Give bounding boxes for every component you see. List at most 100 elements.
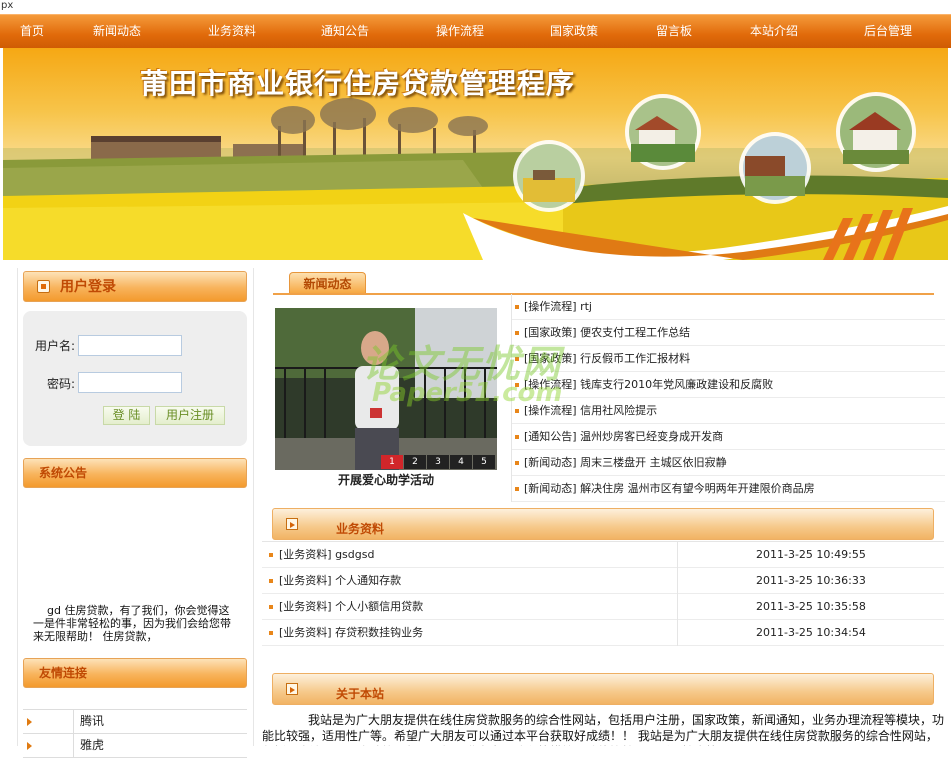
username-label: 用户名: [35, 339, 76, 353]
bullet-icon [515, 461, 519, 465]
slideshow-photo [275, 308, 497, 470]
bullet-icon [515, 487, 519, 491]
business-list: [业务资料] gsdgsd 2011-3-25 10:49:55 [业务资料] … [262, 541, 944, 646]
divider [677, 620, 678, 646]
bullet-icon [515, 409, 519, 413]
username-field[interactable] [78, 335, 182, 356]
business-date: 2011-3-25 10:36:33 [756, 574, 866, 587]
left-column-border [17, 268, 18, 746]
login-button[interactable]: 登 陆 [103, 406, 150, 425]
news-link[interactable]: [新闻动态] 解决住房 温州市区有望今明两年开建限价商品房 [524, 476, 815, 501]
business-link[interactable]: [业务资料] 个人小额信用贷款 [279, 594, 423, 620]
bullet-icon [515, 305, 519, 309]
business-date: 2011-3-25 10:34:54 [756, 626, 866, 639]
links-heading-bar: 友情连接 [23, 658, 247, 688]
about-heading-bar: 关于本站 [272, 673, 934, 705]
bullet-icon [269, 579, 273, 583]
login-icon [37, 280, 50, 293]
list-item[interactable]: [通知公告] 温州炒房客已经变身成开发商 [512, 424, 945, 450]
login-heading: 用户登录 [60, 279, 116, 295]
business-date: 2011-3-25 10:35:58 [756, 600, 866, 613]
arrow-icon [27, 742, 32, 750]
notice-heading: 系统公告 [39, 466, 88, 480]
list-item[interactable]: [操作流程] 钱库支行2010年党风廉政建设和反腐败 [512, 372, 945, 398]
tab-news[interactable]: 新闻动态 [289, 272, 366, 294]
nav-about[interactable]: 本站介绍 [750, 15, 798, 49]
slideshow-pager: 1 2 3 4 5 [381, 455, 495, 469]
list-item[interactable]: [国家政策] 行反假币工作汇报材料 [512, 346, 945, 372]
page-button[interactable]: 2 [404, 455, 426, 469]
news-slideshow[interactable]: 1 2 3 4 5 [275, 308, 497, 470]
news-link[interactable]: [操作流程] rtj [524, 294, 592, 319]
nav-home[interactable]: 首页 [20, 15, 44, 49]
divider [73, 734, 74, 758]
nav-business[interactable]: 业务资料 [208, 15, 256, 49]
list-item[interactable]: 腾讯 [23, 710, 247, 734]
page-button[interactable]: 1 [381, 455, 403, 469]
list-item[interactable]: [新闻动态] 解决住房 温州市区有望今明两年开建限价商品房 [512, 476, 945, 502]
list-item[interactable]: [操作流程] 信用社风险提示 [512, 398, 945, 424]
divider [677, 594, 678, 620]
notice-heading-bar: 系统公告 [23, 458, 247, 488]
bullet-icon [515, 383, 519, 387]
news-list: [操作流程] rtj [国家政策] 便农支付工程工作总结 [国家政策] 行反假币… [511, 294, 945, 502]
news-link[interactable]: [国家政策] 便农支付工程工作总结 [524, 320, 690, 345]
bullet-icon [269, 631, 273, 635]
table-row[interactable]: [业务资料] 个人通知存款 2011-3-25 10:36:33 [262, 568, 944, 594]
divider [73, 710, 74, 734]
business-date: 2011-3-25 10:49:55 [756, 548, 866, 561]
list-item[interactable]: [国家政策] 便农支付工程工作总结 [512, 320, 945, 346]
left-column-border-right [253, 268, 254, 746]
about-text: 我站是为广大朋友提供在线住房贷款服务的综合性网站，包括用户注册，国家政策，新闻通… [262, 713, 945, 746]
nav-guestbook[interactable]: 留言板 [656, 15, 692, 49]
news-link[interactable]: [国家政策] 行反假币工作汇报材料 [524, 346, 690, 371]
list-item[interactable]: [操作流程] rtj [512, 294, 945, 320]
password-label: 密码: [47, 377, 76, 391]
business-link[interactable]: [业务资料] 存贷积数挂钩业务 [279, 620, 423, 646]
bullet-icon [269, 605, 273, 609]
section-icon [286, 518, 298, 530]
page-button[interactable]: 5 [473, 455, 495, 469]
links-heading: 友情连接 [39, 666, 88, 680]
news-link[interactable]: [通知公告] 温州炒房客已经变身成开发商 [524, 424, 723, 449]
password-field[interactable] [78, 372, 182, 393]
table-row[interactable]: [业务资料] 存贷积数挂钩业务 2011-3-25 10:34:54 [262, 620, 944, 646]
header-banner: 莆田市商业银行住房贷款管理程序 [3, 48, 948, 260]
bullet-icon [515, 331, 519, 335]
page-button[interactable]: 3 [427, 455, 449, 469]
nav-policy[interactable]: 国家政策 [550, 15, 598, 49]
business-heading-bar: 业务资料 [272, 508, 934, 540]
bullet-icon [269, 553, 273, 557]
link-label[interactable]: 腾讯 [80, 710, 104, 733]
nav-process[interactable]: 操作流程 [436, 15, 484, 49]
arrow-icon [27, 718, 32, 726]
nav-admin[interactable]: 后台管理 [864, 15, 912, 49]
register-button[interactable]: 用户注册 [155, 406, 225, 425]
bullet-icon [515, 435, 519, 439]
main-nav: 首页 新闻动态 业务资料 通知公告 操作流程 国家政策 留言板 本站介绍 后台管… [0, 14, 951, 48]
login-form: 用户名: 密码: 登 陆 用户注册 [23, 311, 247, 446]
login-heading-bar: 用户登录 [23, 271, 247, 302]
business-link[interactable]: [业务资料] gsdgsd [279, 542, 374, 568]
list-item[interactable]: 雅虎 [23, 734, 247, 758]
news-link[interactable]: [新闻动态] 周末三楼盘开 主城区依旧寂静 [524, 450, 727, 475]
table-row[interactable]: [业务资料] gsdgsd 2011-3-25 10:49:55 [262, 542, 944, 568]
divider [677, 568, 678, 594]
site-title: 莆田市商业银行住房贷款管理程序 [140, 67, 576, 100]
slideshow-caption[interactable]: 开展爱心助学活动 [275, 472, 497, 488]
news-link[interactable]: [操作流程] 信用社风险提示 [524, 398, 657, 423]
nav-notices[interactable]: 通知公告 [321, 15, 369, 49]
bullet-icon [515, 357, 519, 361]
page-button[interactable]: 4 [450, 455, 472, 469]
table-row[interactable]: [业务资料] 个人小额信用贷款 2011-3-25 10:35:58 [262, 594, 944, 620]
nav-news[interactable]: 新闻动态 [93, 15, 141, 49]
about-heading: 关于本站 [336, 687, 385, 701]
top-stray-text: px [1, 0, 14, 11]
divider [677, 542, 678, 568]
list-item[interactable]: [新闻动态] 周末三楼盘开 主城区依旧寂静 [512, 450, 945, 476]
notice-text: gd 住房贷款，有了我们，你会觉得这一是件非常轻松的事，因为我们会给您带来无限帮… [33, 604, 231, 642]
friend-links-list: 腾讯 雅虎 [23, 709, 247, 758]
business-link[interactable]: [业务资料] 个人通知存款 [279, 568, 401, 594]
section-icon [286, 683, 298, 695]
news-link[interactable]: [操作流程] 钱库支行2010年党风廉政建设和反腐败 [524, 372, 773, 397]
